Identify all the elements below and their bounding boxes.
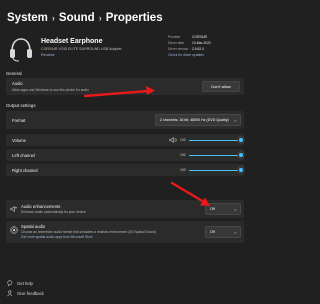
spatial-audio-value: Off [210,230,215,234]
audio-enhancements-label: Audio enhancements [21,204,61,209]
spatial-audio-dropdown[interactable]: Off ⌄ [205,226,241,238]
breadcrumb-properties: Properties [105,12,163,24]
chevron-right-icon: › [98,13,102,23]
output-settings-heading: Output settings [6,103,36,108]
breadcrumb-sound[interactable]: Sound [59,12,95,24]
driver-info: Provider CORSAIR Driver date 10-Mar-2022 D… [168,34,211,58]
format-value: 2 channels, 16 bit, 48000 Hz (DVD Qualit… [160,118,229,122]
left-channel-slider-thumb[interactable] [238,152,244,158]
right-channel-label: Right channel [12,168,38,173]
audio-desc: Allow apps and Windows to use this devic… [12,87,89,92]
feedback-icon [7,290,13,297]
left-channel-value: 100 [180,152,186,157]
audio-label: Audio [12,81,23,86]
device-subtitle: CORSAIR VOID ELITE SURROUND USB Adapter [41,47,122,51]
headset-icon [10,38,32,62]
chevron-right-icon: › [51,13,55,23]
check-driver-updates-link[interactable]: Check for driver updates [168,52,204,58]
right-channel-value: 100 [180,167,186,172]
give-feedback-link[interactable]: Give feedback [17,291,44,296]
spatial-audio-card: Spatial audio Choose an immersive audio … [6,221,244,243]
left-channel-slider-track[interactable] [189,154,241,156]
volume-slider-track[interactable] [189,139,241,141]
right-channel-slider-thumb[interactable] [238,167,244,173]
breadcrumb-system[interactable]: System [7,12,48,24]
help-icon [7,280,13,287]
format-card: Format 2 channels, 16 bit, 48000 Hz (DVD… [6,111,244,129]
format-dropdown[interactable]: 2 channels, 16 bit, 48000 Hz (DVD Qualit… [155,114,241,126]
audio-enhancements-desc: Enhance audio automatically for your dev… [21,210,86,214]
audio-enhancements-value: Off [210,207,215,211]
speaker-icon[interactable] [169,136,177,144]
volume-slider-thumb[interactable] [238,137,244,143]
chevron-down-icon: ⌄ [233,229,237,235]
general-heading: General [6,71,22,76]
spatial-audio-label: Spatial audio [21,224,46,229]
right-channel-slider-track[interactable] [189,169,241,171]
right-channel-row: Right channel 100 [6,164,244,176]
rename-link[interactable]: Rename [41,53,55,57]
audio-enhancements-card: Audio enhancements Enhance audio automat… [6,200,244,218]
audio-enhancements-dropdown[interactable]: Off ⌄ [205,203,241,215]
get-help-link[interactable]: Get help [17,281,33,286]
left-channel-row: Left channel 100 [6,149,244,161]
volume-value: 100 [180,137,186,142]
chevron-down-icon: ⌄ [233,117,237,123]
format-label: Format [12,118,26,123]
left-channel-label: Left channel [12,153,35,158]
spatial-audio-store-link[interactable]: Get more spatial audio apps from Microso… [21,235,93,239]
breadcrumb: System › Sound › Properties [7,12,163,24]
enhance-icon [10,206,18,212]
volume-row: Volume 100 [6,134,244,146]
dont-allow-button[interactable]: Don't allow [202,81,240,92]
chevron-down-icon: ⌄ [233,206,237,212]
spatial-audio-desc: Choose an immersive audio format that si… [21,230,157,234]
device-name: Headset Earphone [41,38,103,45]
spatial-audio-icon [10,226,18,234]
volume-label: Volume [12,138,26,143]
audio-card: Audio Allow apps and Windows to use this… [6,78,244,95]
